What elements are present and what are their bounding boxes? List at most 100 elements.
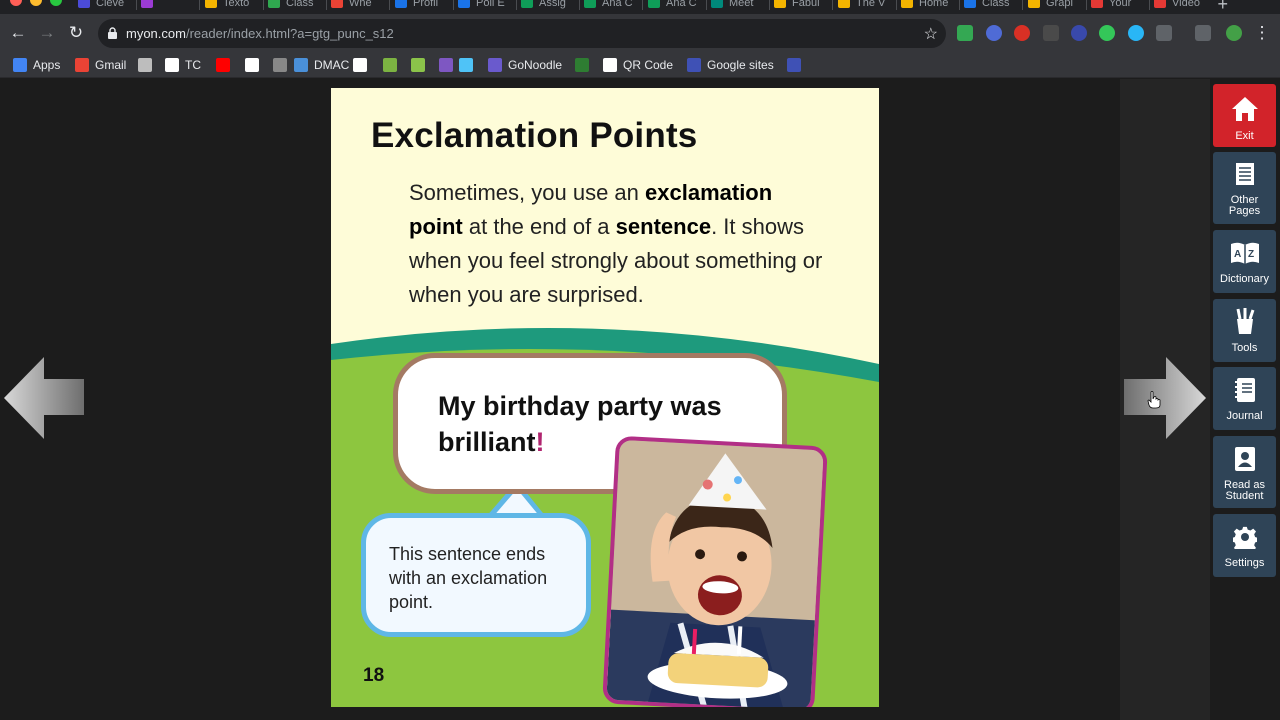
bookmark-star-icon[interactable]: ☆ (924, 24, 938, 44)
bookmark-item[interactable]: Google sites (687, 56, 774, 74)
bookmark-item[interactable] (411, 56, 431, 74)
tab-strip: Cleve Texto Class Whe Profil Poll E Assig Ana C… (0, 0, 1280, 14)
browser-tab[interactable]: Ana C (584, 0, 638, 14)
tab-favicon-icon (964, 0, 976, 8)
browser-tab[interactable]: Poll E (458, 0, 512, 14)
bookmark-item[interactable] (245, 56, 265, 74)
browser-tab[interactable]: Assig (521, 0, 575, 14)
read-as-student-button[interactable]: Read as Student (1213, 436, 1276, 508)
tab-separator (263, 0, 264, 10)
tab-favicon-icon (648, 0, 660, 8)
bookmark-item[interactable] (439, 56, 459, 74)
extension-icon[interactable] (1014, 25, 1030, 41)
bookmark-item[interactable]: Apps (13, 56, 60, 74)
browser-tab[interactable]: Class (964, 0, 1018, 14)
bookmark-item[interactable]: TC (165, 56, 201, 74)
tab-favicon-icon (711, 0, 723, 8)
hand-cursor-icon (1147, 391, 1161, 409)
browser-tab[interactable]: Grapl (1028, 0, 1082, 14)
bookmark-item[interactable] (383, 56, 403, 74)
gear-icon (1232, 526, 1257, 549)
tab-separator (1149, 0, 1150, 10)
browser-tab[interactable]: Cleve (78, 0, 132, 14)
bookmark-item[interactable] (575, 56, 595, 74)
bookmark-item[interactable]: GoNoodle (488, 56, 562, 74)
bookmark-icon (383, 58, 397, 72)
tab-title: Fabul (792, 0, 820, 9)
browser-tab[interactable]: Fabul (774, 0, 828, 14)
media-icon[interactable] (1195, 25, 1211, 41)
extension-icon[interactable] (1128, 25, 1144, 41)
extension-icon[interactable] (1043, 25, 1059, 41)
next-page-arrow[interactable] (1124, 357, 1206, 439)
other-pages-button[interactable]: Other Pages (1213, 152, 1276, 224)
browser-tab[interactable] (141, 0, 195, 14)
bookmark-label: DMAC (314, 58, 350, 72)
extension-icon[interactable] (957, 25, 973, 41)
tab-separator (136, 0, 137, 10)
minimize-window-icon[interactable] (30, 0, 42, 6)
browser-tab[interactable]: Your (1091, 0, 1145, 14)
tab-favicon-icon (1154, 0, 1166, 8)
bookmark-item[interactable] (273, 56, 293, 74)
exit-button[interactable]: Exit (1213, 84, 1276, 147)
dictionary-button[interactable]: AZ Dictionary (1213, 230, 1276, 293)
tab-title: Class (286, 0, 314, 9)
bookmark-icon (439, 58, 453, 72)
maximize-window-icon[interactable] (50, 0, 62, 6)
tab-favicon-icon (1091, 0, 1103, 8)
close-window-icon[interactable] (10, 0, 22, 6)
bookmark-icon (165, 58, 179, 72)
bookmark-item[interactable] (216, 56, 236, 74)
browser-tab[interactable]: Meet (711, 0, 765, 14)
tab-separator (389, 0, 390, 10)
bookmark-icon (245, 58, 259, 72)
reload-button[interactable]: ↻ (64, 21, 88, 45)
tab-title: Ana C (666, 0, 697, 9)
bookmark-label: QR Code (623, 58, 674, 72)
tab-separator (1022, 0, 1023, 10)
browser-tab[interactable]: Ana C (648, 0, 702, 14)
bookmark-item[interactable]: QR Code (603, 56, 673, 74)
extension-icon[interactable] (1156, 25, 1172, 41)
bookmark-item[interactable] (138, 56, 158, 74)
forward-button[interactable]: → (35, 21, 59, 45)
extension-icon[interactable] (1099, 25, 1115, 41)
previous-page-arrow[interactable] (4, 357, 86, 439)
birthday-boy-photo (602, 435, 828, 707)
lock-icon (108, 27, 117, 39)
extension-icon[interactable] (1071, 25, 1087, 41)
new-tab-button[interactable]: + (1217, 0, 1228, 14)
bookmark-item[interactable] (459, 56, 479, 74)
browser-tab[interactable]: Texto (205, 0, 259, 14)
browser-tab[interactable]: Class (268, 0, 322, 14)
settings-button[interactable]: Settings (1213, 514, 1276, 577)
browser-tab[interactable]: Video (1154, 0, 1208, 14)
dictionary-icon: AZ (1230, 242, 1259, 264)
bookmark-icon (13, 58, 27, 72)
browser-tab[interactable]: The V (838, 0, 892, 14)
tools-button[interactable]: Tools (1213, 299, 1276, 362)
profile-avatar[interactable] (1226, 25, 1242, 41)
journal-button[interactable]: Journal (1213, 367, 1276, 430)
extension-icon[interactable] (986, 25, 1002, 41)
bookmark-icon (216, 58, 230, 72)
student-badge-icon (1234, 447, 1255, 471)
browser-tab[interactable]: Profil (395, 0, 449, 14)
tab-title: Video (1172, 0, 1200, 9)
address-bar[interactable]: myon.com/reader/index.html?a=gtg_punc_s1… (98, 19, 946, 48)
browser-tab[interactable]: Home (901, 0, 955, 14)
bookmark-item[interactable]: DMAC (294, 56, 349, 74)
tab-title: Meet (729, 0, 754, 9)
back-button[interactable]: ← (6, 21, 30, 45)
tab-title: Ana C (602, 0, 633, 9)
url-text: myon.com/reader/index.html?a=gtg_punc_s1… (126, 26, 394, 41)
bookmark-label: GoNoodle (508, 58, 563, 72)
bookmark-item[interactable] (787, 56, 807, 74)
bookmark-item[interactable] (353, 56, 373, 74)
tab-separator (1086, 0, 1087, 10)
browser-tab[interactable]: Whe (331, 0, 385, 14)
browser-menu-icon[interactable]: ⋮ (1250, 21, 1274, 45)
bookmark-item[interactable]: Gmail (75, 56, 126, 74)
bookmark-icon (787, 58, 801, 72)
